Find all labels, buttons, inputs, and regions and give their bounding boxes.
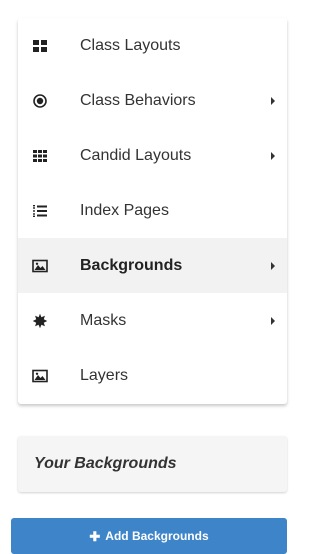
submenu-arrow-icon (271, 151, 275, 160)
grid-3x3-icon (32, 148, 48, 164)
numbered-list-icon (32, 203, 48, 219)
menu-item-layers[interactable]: Layers (18, 348, 287, 403)
menu-item-class-behaviors[interactable]: Class Behaviors (18, 73, 287, 128)
menu-item-label: Class Behaviors (80, 91, 196, 109)
menu-item-index-pages[interactable]: Index Pages (18, 183, 287, 238)
menu-item-label: Layers (80, 366, 129, 384)
add-backgrounds-button[interactable]: ✚ Add Backgrounds (11, 518, 287, 554)
section-title: Your Backgrounds (34, 455, 177, 472)
submenu-arrow-icon (271, 316, 275, 325)
your-backgrounds-header: Your Backgrounds (18, 436, 287, 492)
menu-item-label: Class Layouts (80, 36, 181, 54)
starburst-icon (32, 313, 48, 329)
menu-item-label: Masks (80, 311, 127, 329)
menu-item-backgrounds[interactable]: Backgrounds (18, 238, 287, 293)
menu-item-class-layouts[interactable]: Class Layouts (18, 18, 287, 73)
image-icon (32, 258, 48, 274)
menu-item-label: Index Pages (80, 201, 169, 219)
context-menu: Class Layouts Class Behaviors Candid Lay… (18, 18, 287, 404)
bullseye-icon (32, 93, 48, 109)
submenu-arrow-icon (271, 261, 275, 270)
menu-item-candid-layouts[interactable]: Candid Layouts (18, 128, 287, 183)
menu-item-masks[interactable]: Masks (18, 293, 287, 348)
grid-icon (32, 38, 48, 54)
plus-icon: ✚ (89, 528, 101, 544)
add-backgrounds-label: Add Backgrounds (105, 529, 209, 543)
menu-item-label: Candid Layouts (80, 146, 192, 164)
image-icon (32, 368, 48, 384)
submenu-arrow-icon (271, 96, 275, 105)
menu-item-label: Backgrounds (80, 256, 183, 274)
